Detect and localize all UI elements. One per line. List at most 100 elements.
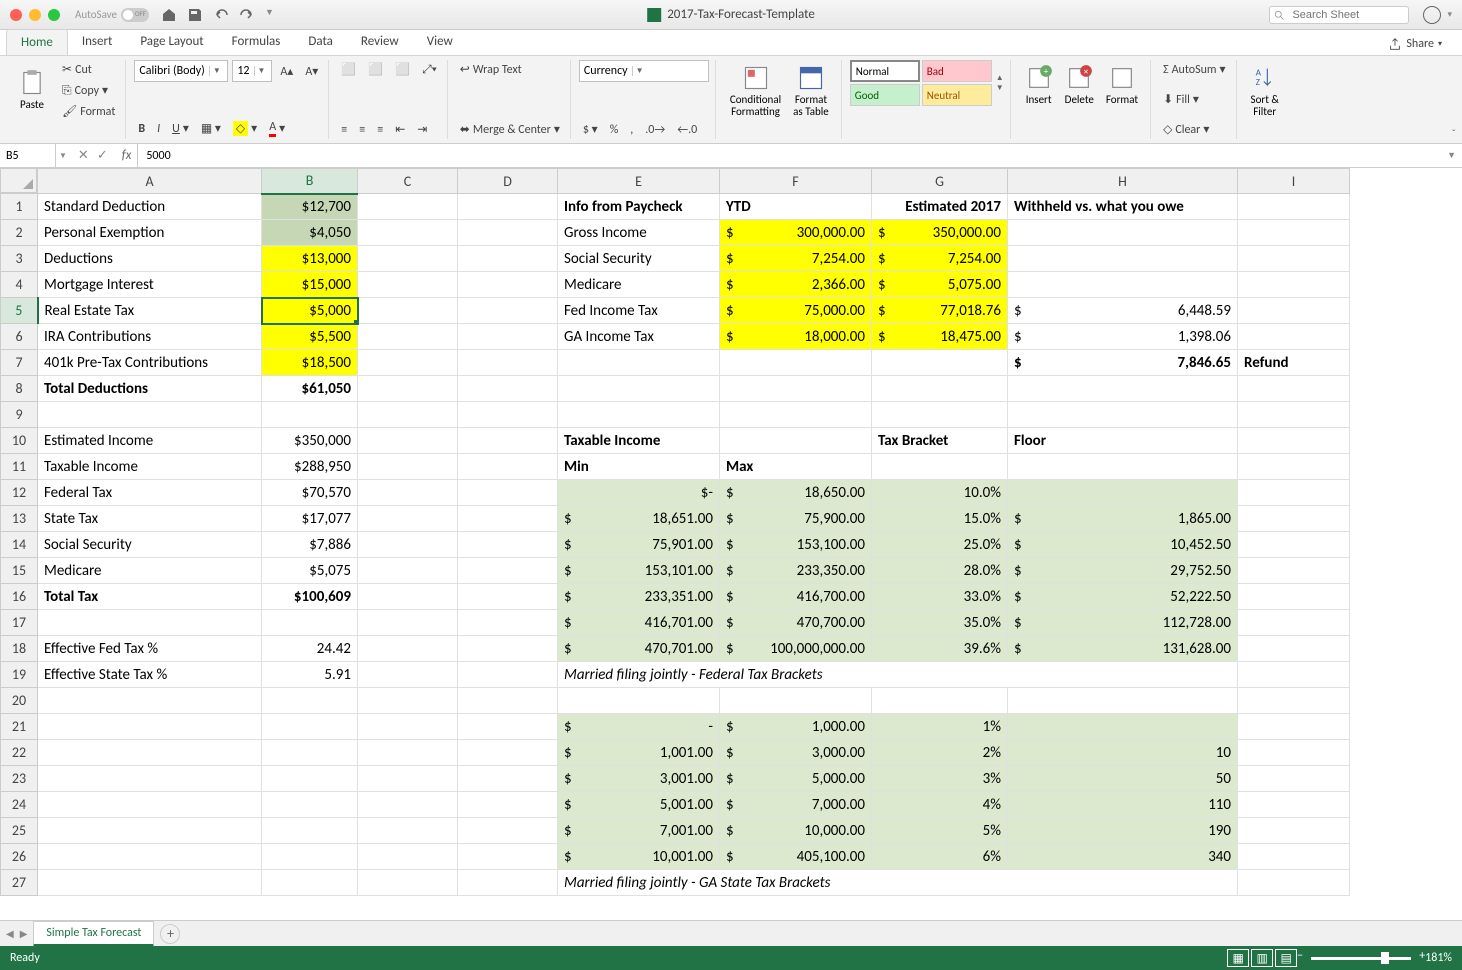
cell-B11[interactable]: $288,950 (262, 454, 358, 480)
feedback-icon[interactable] (1423, 6, 1441, 24)
cell-E22[interactable]: $1,001.00 (558, 740, 720, 766)
cell-I27[interactable] (1238, 870, 1350, 896)
format-as-table-button[interactable]: Format as Table (787, 60, 835, 122)
cell-H26[interactable]: 340 (1008, 844, 1238, 870)
cell-D18[interactable] (458, 636, 558, 662)
align-bottom-icon[interactable]: ⬜ (391, 60, 414, 79)
cell-H1[interactable]: Withheld vs. what you owe (1008, 194, 1238, 220)
column-header-B[interactable]: B (262, 169, 358, 194)
cell-E12[interactable]: $- (558, 480, 720, 506)
cell-A8[interactable]: Total Deductions (38, 376, 262, 402)
cell-C7[interactable] (358, 350, 458, 376)
cell-E9[interactable] (558, 402, 720, 428)
cell-H16[interactable]: $52,222.50 (1008, 584, 1238, 610)
cell-H24[interactable]: 110 (1008, 792, 1238, 818)
column-header-G[interactable]: G (872, 169, 1008, 194)
row-header-18[interactable]: 18 (1, 636, 38, 662)
cell-E27[interactable]: Married filing jointly - GA State Tax Br… (558, 870, 1238, 896)
cell-A15[interactable]: Medicare (38, 558, 262, 584)
row-header-8[interactable]: 8 (1, 376, 38, 402)
cell-A21[interactable] (38, 714, 262, 740)
cell-D6[interactable] (458, 324, 558, 350)
row-header-7[interactable]: 7 (1, 350, 38, 376)
style-good[interactable]: Good (850, 84, 920, 106)
align-middle-icon[interactable]: ⬜ (364, 60, 387, 79)
cell-D16[interactable] (458, 584, 558, 610)
cell-B6[interactable]: $5,500 (262, 324, 358, 350)
row-header-26[interactable]: 26 (1, 844, 38, 870)
row-header-13[interactable]: 13 (1, 506, 38, 532)
autosave-toggle[interactable]: AutoSave OFF (75, 8, 149, 22)
cell-D11[interactable] (458, 454, 558, 480)
cell-D24[interactable] (458, 792, 558, 818)
page-layout-view-icon[interactable]: ▥ (1251, 949, 1273, 967)
insert-cells-button[interactable]: +Insert (1019, 60, 1059, 110)
qat-dropdown-icon[interactable]: ▼ (265, 7, 274, 23)
cell-E7[interactable] (558, 350, 720, 376)
align-right-icon[interactable]: ≡ (373, 121, 387, 139)
style-bad[interactable]: Bad (922, 60, 992, 82)
cell-E17[interactable]: $416,701.00 (558, 610, 720, 636)
cell-A24[interactable] (38, 792, 262, 818)
cell-C3[interactable] (358, 246, 458, 272)
cell-H9[interactable] (1008, 402, 1238, 428)
cell-A22[interactable] (38, 740, 262, 766)
style-neutral[interactable]: Neutral (922, 84, 992, 106)
cut-button[interactable]: ✂ Cut (58, 60, 119, 79)
cell-H3[interactable] (1008, 246, 1238, 272)
cell-B19[interactable]: 5.91 (262, 662, 358, 688)
conditional-formatting-button[interactable]: Conditional Formatting (724, 60, 787, 122)
cell-B2[interactable]: $4,050 (262, 220, 358, 246)
cell-A12[interactable]: Federal Tax (38, 480, 262, 506)
cell-D2[interactable] (458, 220, 558, 246)
fill-button[interactable]: ⬇ Fill ▾ (1159, 90, 1229, 109)
cell-D27[interactable] (458, 870, 558, 896)
row-header-5[interactable]: 5 (1, 298, 38, 324)
cell-F25[interactable]: $10,000.00 (720, 818, 872, 844)
increase-indent-icon[interactable]: ⇥ (413, 120, 431, 139)
cancel-formula-icon[interactable]: ✕ (78, 148, 89, 163)
cell-F18[interactable]: $100,000,000.00 (720, 636, 872, 662)
gallery-down-icon[interactable]: ▼ (996, 83, 1004, 93)
cell-G4[interactable]: $5,075.00 (872, 272, 1008, 298)
cell-F15[interactable]: $233,350.00 (720, 558, 872, 584)
cell-D5[interactable] (458, 298, 558, 324)
sheet-nav-next-icon[interactable]: ▶ (20, 927, 28, 940)
cell-D15[interactable] (458, 558, 558, 584)
cell-F22[interactable]: $3,000.00 (720, 740, 872, 766)
cell-H18[interactable]: $131,628.00 (1008, 636, 1238, 662)
cell-E21[interactable]: $- (558, 714, 720, 740)
format-painter-button[interactable]: 🖌 Format (58, 102, 119, 121)
cell-B3[interactable]: $13,000 (262, 246, 358, 272)
zoom-slider[interactable] (1311, 957, 1411, 960)
cell-E26[interactable]: $10,001.00 (558, 844, 720, 870)
cell-I3[interactable] (1238, 246, 1350, 272)
cell-D19[interactable] (458, 662, 558, 688)
undo-icon[interactable] (213, 7, 229, 23)
cell-B1[interactable]: $12,700 (262, 194, 358, 220)
cell-F7[interactable] (720, 350, 872, 376)
tab-view[interactable]: View (413, 29, 467, 55)
row-header-14[interactable]: 14 (1, 532, 38, 558)
cell-H17[interactable]: $112,728.00 (1008, 610, 1238, 636)
formula-input[interactable]: 5000 (138, 149, 1441, 163)
cell-D4[interactable] (458, 272, 558, 298)
cell-G23[interactable]: 3% (872, 766, 1008, 792)
row-header-19[interactable]: 19 (1, 662, 38, 688)
cell-B9[interactable] (262, 402, 358, 428)
cell-C2[interactable] (358, 220, 458, 246)
column-header-C[interactable]: C (358, 169, 458, 194)
fx-icon[interactable]: fx (116, 144, 139, 167)
cell-A18[interactable]: Effective Fed Tax % (38, 636, 262, 662)
tab-home[interactable]: Home (6, 29, 68, 55)
merge-center-button[interactable]: ⬌ Merge & Center ▾ (456, 120, 564, 139)
border-button[interactable]: ▦ ▾ (197, 119, 225, 138)
cell-I22[interactable] (1238, 740, 1350, 766)
save-icon[interactable] (187, 7, 203, 23)
cell-E4[interactable]: Medicare (558, 272, 720, 298)
name-box[interactable]: B5 (0, 144, 56, 167)
cell-B15[interactable]: $5,075 (262, 558, 358, 584)
cell-C10[interactable] (358, 428, 458, 454)
cell-F14[interactable]: $153,100.00 (720, 532, 872, 558)
paste-button[interactable]: Paste (12, 60, 52, 121)
